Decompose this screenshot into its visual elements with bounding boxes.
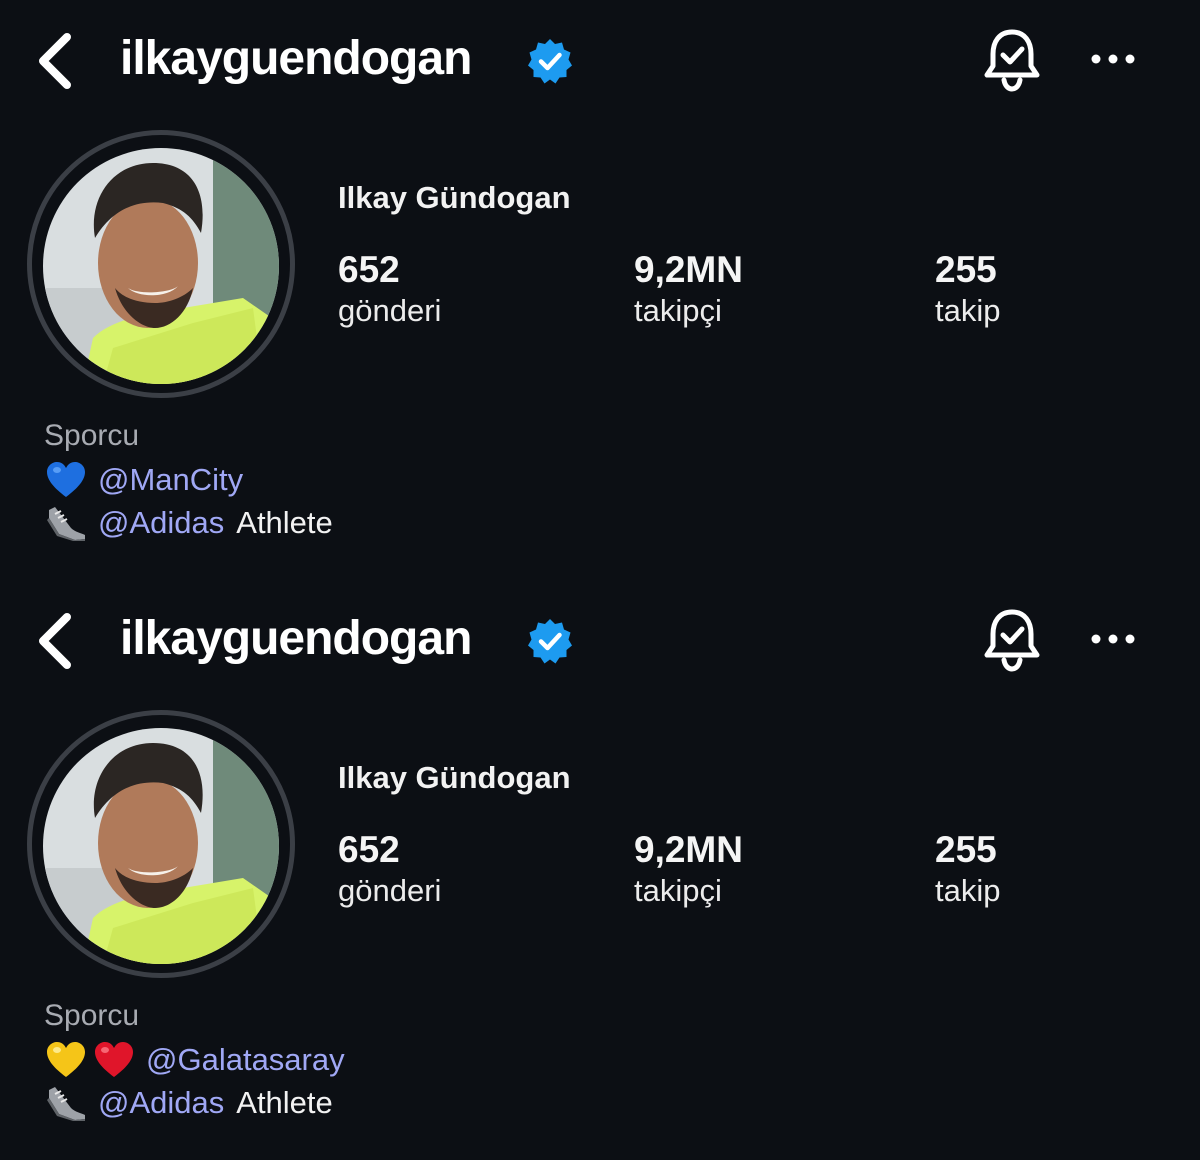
avatar[interactable] <box>43 728 279 964</box>
yellow-heart-icon <box>44 1040 88 1080</box>
stat-posts-label: gönderi <box>338 873 442 908</box>
stat-posts-label: gönderi <box>338 293 442 328</box>
more-horizontal-icon[interactable] <box>1088 624 1138 654</box>
bell-check-icon[interactable] <box>980 26 1044 94</box>
stat-followers-count: 9,2MN <box>634 829 743 870</box>
bio-line-sponsor: @Adidas Athlete <box>44 502 333 544</box>
stat-followers-label: takipçi <box>634 293 722 328</box>
chevron-left-icon <box>39 613 71 669</box>
sneaker-icon <box>44 1083 88 1123</box>
blue-heart-icon <box>44 460 88 500</box>
verified-badge-icon <box>528 619 572 664</box>
stat-following-label: takip <box>935 873 1001 908</box>
profile-header-before: ilkayguendogan Ilkay Gündogan 652 gönder… <box>0 0 1200 580</box>
mention-link-club[interactable]: @Galatasaray <box>146 1039 345 1081</box>
bio-line-sponsor: @Adidas Athlete <box>44 1082 333 1124</box>
avatar-image <box>43 728 279 964</box>
stat-posts-count: 652 <box>338 829 400 870</box>
back-button[interactable] <box>30 610 80 672</box>
mention-link-sponsor[interactable]: @Adidas <box>98 502 224 544</box>
mention-link-sponsor[interactable]: @Adidas <box>98 1082 224 1124</box>
stat-followers[interactable]: 9,2MN takipçi <box>634 248 743 330</box>
stat-posts[interactable]: 652 gönderi <box>338 828 441 910</box>
profile-header-after: ilkayguendogan Ilkay Gündogan 652 gönder… <box>0 580 1200 1160</box>
stat-followers-label: takipçi <box>634 873 722 908</box>
bio-text: Athlete <box>236 1085 333 1120</box>
category-label: Sporcu <box>44 419 140 452</box>
red-heart-icon <box>92 1040 136 1080</box>
stat-following-count: 255 <box>935 829 997 870</box>
stat-following-label: takip <box>935 293 1001 328</box>
avatar-image <box>43 148 279 384</box>
bio-line-club: @ManCity <box>44 459 243 501</box>
chevron-left-icon <box>39 33 71 89</box>
stat-following[interactable]: 255 takip <box>935 248 1000 330</box>
stat-followers-count: 9,2MN <box>634 249 743 290</box>
category-label: Sporcu <box>44 999 140 1032</box>
back-button[interactable] <box>30 30 80 92</box>
stat-posts-count: 652 <box>338 249 400 290</box>
bio-line-club: @Galatasaray <box>44 1039 345 1081</box>
bell-check-icon[interactable] <box>980 606 1044 674</box>
avatar[interactable] <box>43 148 279 384</box>
sneaker-icon <box>44 503 88 543</box>
verified-badge-icon <box>528 39 572 84</box>
stat-followers[interactable]: 9,2MN takipçi <box>634 828 743 910</box>
stat-following[interactable]: 255 takip <box>935 828 1000 910</box>
bio-text: Athlete <box>236 505 333 540</box>
stat-posts[interactable]: 652 gönderi <box>338 248 441 330</box>
display-name: Ilkay Gündogan <box>338 180 571 215</box>
mention-link-club[interactable]: @ManCity <box>98 459 243 501</box>
stat-following-count: 255 <box>935 249 997 290</box>
display-name: Ilkay Gündogan <box>338 760 571 795</box>
username: ilkayguendogan <box>120 32 472 85</box>
more-horizontal-icon[interactable] <box>1088 44 1138 74</box>
username: ilkayguendogan <box>120 612 472 665</box>
